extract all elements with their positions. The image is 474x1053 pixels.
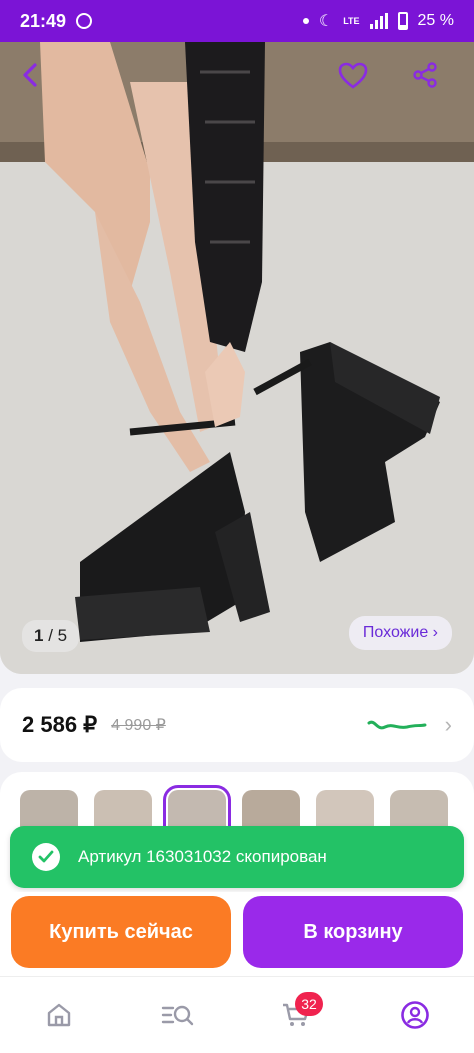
chevron-right-icon: › (444, 712, 452, 737)
back-icon (23, 63, 37, 87)
product-photo-illustration (0, 42, 474, 674)
heart-icon (338, 62, 368, 89)
tab-cart[interactable]: 32 (271, 990, 323, 1040)
status-indicators: ☾ LTE 25 % (302, 11, 454, 31)
old-price: 4 990 ₽ (111, 717, 166, 734)
toast-text: Артикул 163031032 скопирован (78, 847, 327, 866)
current-price: 2 586 ₽ (22, 712, 98, 737)
check-icon (32, 843, 60, 871)
similar-products-button[interactable]: Похожие › (348, 616, 452, 650)
tab-catalog-search[interactable] (153, 990, 203, 1040)
share-icon (413, 62, 437, 88)
photo-counter: 1 / 5 (22, 620, 80, 652)
photo-total: / 5 (48, 626, 68, 645)
purchase-actions: Купить сейчас В корзину (0, 892, 474, 976)
tab-home[interactable] (34, 990, 84, 1040)
search-catalog-icon (161, 1005, 193, 1026)
bottom-tab-bar: 32 (0, 976, 474, 1053)
add-to-cart-button[interactable]: В корзину (243, 896, 463, 968)
home-icon (48, 1003, 71, 1027)
status-bar: 21:49 ☾ LTE 25 % (0, 0, 474, 42)
profile-icon (400, 1001, 429, 1029)
network-type: LTE (343, 15, 360, 26)
product-screen: 21:49 ☾ LTE 25 % 1 / 5 Похожие › 2 586 ₽… (0, 0, 474, 1053)
cart-count-badge: 32 (295, 992, 323, 1016)
battery-level: 25 % (417, 12, 454, 29)
battery-icon (397, 12, 408, 30)
tab-profile[interactable] (390, 990, 440, 1040)
buy-now-button[interactable]: Купить сейчас (11, 896, 231, 968)
app-notification-icon (76, 13, 93, 29)
moon-icon: ☾ (318, 13, 334, 30)
back-button[interactable] (18, 62, 58, 102)
copied-toast: Артикул 163031032 скопирован (10, 826, 464, 888)
product-photo[interactable]: 1 / 5 Похожие › (0, 42, 474, 674)
price-history-sparkline-icon (367, 720, 427, 730)
signal-icon (369, 13, 388, 29)
share-button[interactable] (412, 62, 452, 102)
favorite-button[interactable] (338, 62, 378, 102)
notification-dot-icon (302, 18, 309, 24)
photo-current: 1 (34, 626, 44, 645)
status-time: 21:49 (20, 10, 67, 31)
price-card[interactable]: 2 586 ₽ 4 990 ₽ › (0, 688, 474, 762)
